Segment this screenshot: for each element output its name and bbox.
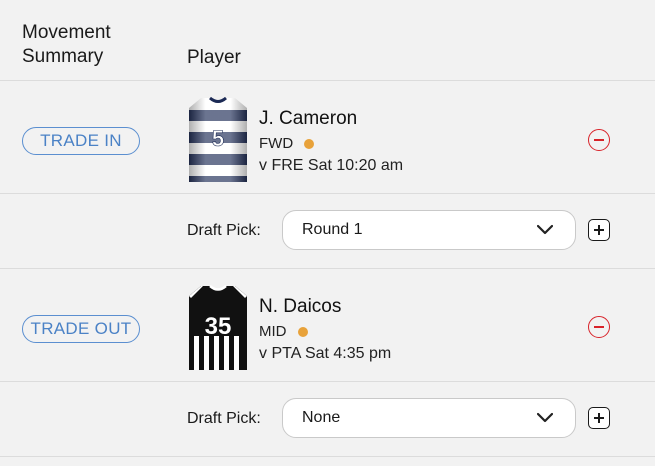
collingwood-jersey-icon: 35 (189, 285, 247, 370)
position-label: FWD (259, 135, 294, 152)
draft-pick-value: Round 1 (302, 221, 363, 238)
player-name[interactable]: N. Daicos (259, 296, 341, 318)
status-dot-icon (304, 139, 315, 149)
draft-pick-select[interactable]: Round 1 (282, 210, 576, 250)
remove-player-button[interactable] (588, 316, 610, 338)
row-divider (0, 381, 655, 382)
player-fixture: v FRE Sat 10:20 am (259, 157, 404, 174)
geelong-jersey-icon: 5 (189, 96, 247, 182)
movement-summary-table: Movement Summary Player TRADE IN 5 J. Ca… (0, 0, 655, 466)
add-draft-pick-button[interactable] (588, 219, 610, 241)
movement-summary-header: Movement Summary (22, 22, 111, 67)
position-label: MID (259, 323, 287, 340)
trade-in-badge[interactable]: TRADE IN (22, 127, 140, 155)
row-divider (0, 456, 655, 457)
status-dot-icon (297, 327, 308, 337)
row-divider (0, 268, 655, 269)
chevron-down-icon (537, 224, 553, 235)
minus-icon (594, 326, 604, 328)
svg-text:5: 5 (212, 126, 224, 151)
remove-player-button[interactable] (588, 129, 610, 151)
plus-icon (594, 225, 604, 235)
player-name[interactable]: J. Cameron (259, 108, 357, 130)
draft-pick-value: None (302, 409, 341, 426)
player-fixture: v PTA Sat 4:35 pm (259, 345, 392, 362)
draft-pick-label: Draft Pick: (187, 222, 261, 239)
minus-icon (594, 139, 604, 141)
header-divider (0, 80, 655, 81)
svg-text:35: 35 (205, 313, 232, 340)
plus-icon (594, 413, 604, 423)
draft-pick-select[interactable]: None (282, 398, 576, 438)
player-header: Player (187, 47, 241, 68)
row-divider (0, 193, 655, 194)
trade-out-badge[interactable]: TRADE OUT (22, 315, 140, 343)
draft-pick-label: Draft Pick: (187, 410, 261, 427)
add-draft-pick-button[interactable] (588, 407, 610, 429)
player-position: MID (259, 323, 308, 341)
player-position: FWD (259, 135, 315, 153)
chevron-down-icon (537, 412, 553, 423)
